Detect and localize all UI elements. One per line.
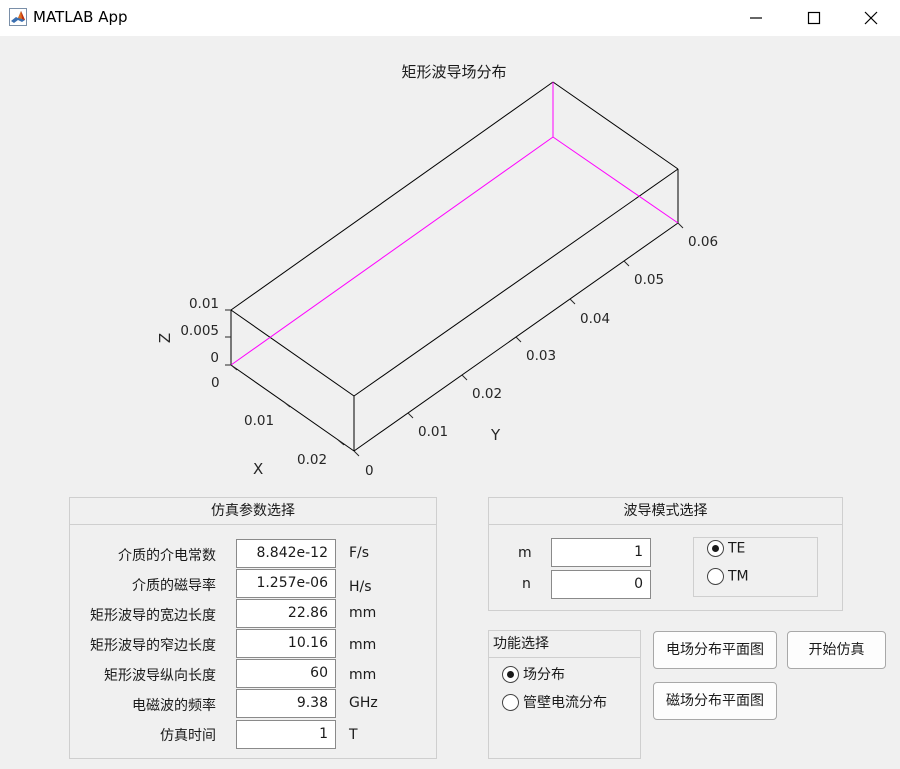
sim-time-field[interactable]: 1 (236, 720, 336, 749)
x-tick-label: 0 (211, 375, 220, 391)
field-distribution-radio[interactable]: 场分布 (502, 664, 565, 684)
param-unit: mm (349, 637, 377, 653)
y-tick-mark (461, 374, 468, 381)
radio-selected-icon (707, 540, 724, 557)
z-tick-label: 0.01 (189, 296, 219, 312)
field-line (552, 136, 679, 224)
close-icon (864, 11, 878, 25)
maximize-icon (807, 11, 821, 25)
param-unit: GHz (349, 695, 378, 711)
param-label: 矩形波导的窄边长度 (90, 638, 216, 654)
wall-current-radio[interactable]: 管壁电流分布 (502, 692, 607, 712)
y-tick-label: 0.03 (526, 348, 556, 364)
radio-unselected-icon (707, 568, 724, 585)
radio-unselected-icon (502, 693, 519, 711)
z-axis-label: Z (156, 333, 174, 343)
tm-label: TM (728, 568, 749, 585)
wall-current-label: 管壁电流分布 (523, 695, 607, 711)
y-tick-label: 0 (365, 463, 374, 479)
e-field-plane-button[interactable]: 电场分布平面图 (653, 631, 777, 669)
x-tick-mark (230, 364, 238, 371)
te-label: TE (728, 540, 746, 557)
x-tick-mark (337, 439, 345, 446)
mode-panel-title: 波导模式选择 (489, 498, 842, 525)
params-panel-title: 仿真参数选择 (70, 498, 436, 525)
param-unit: mm (349, 667, 377, 683)
param-unit: T (349, 727, 358, 743)
y-tick-mark (569, 298, 576, 305)
y-tick-mark (353, 450, 360, 457)
permittivity-field[interactable]: 8.842e-12 (236, 539, 336, 568)
y-tick-mark (677, 222, 684, 229)
y-tick-label: 0.06 (688, 234, 718, 250)
y-tick-mark (623, 260, 630, 267)
box-edge (230, 364, 355, 452)
param-label: 仿真时间 (160, 728, 216, 744)
tm-radio[interactable]: TM (707, 568, 749, 585)
radio-selected-icon (502, 665, 519, 683)
y-tick-label: 0.05 (634, 272, 664, 288)
title-bar: MATLAB App (0, 0, 900, 36)
param-label: 介质的介电常数 (118, 548, 216, 564)
m-label: m (518, 545, 532, 561)
box-edge (552, 81, 679, 170)
x-tick-mark (283, 401, 291, 408)
box-edge (230, 81, 554, 311)
z-tick-label: 0 (210, 350, 219, 366)
field-distribution-label: 场分布 (523, 667, 565, 683)
x-tick-label: 0.02 (297, 452, 327, 468)
box-edge (353, 168, 679, 397)
start-simulation-button[interactable]: 开始仿真 (787, 631, 886, 669)
box-edge (230, 309, 355, 397)
y-tick-label: 0.01 (418, 424, 448, 440)
n-label: n (522, 576, 531, 592)
wide-side-field[interactable]: 22.86 (236, 599, 336, 628)
length-field[interactable]: 60 (236, 659, 336, 688)
h-field-plane-button[interactable]: 磁场分布平面图 (653, 682, 777, 720)
minimize-icon (750, 17, 762, 19)
param-label: 矩形波导的宽边长度 (90, 608, 216, 624)
frequency-field[interactable]: 9.38 (236, 689, 336, 718)
y-tick-label: 0.02 (472, 386, 502, 402)
param-label: 介质的磁导率 (132, 578, 216, 594)
matlab-logo-icon (9, 8, 27, 26)
field-line (230, 136, 554, 366)
maximize-button[interactable] (785, 0, 843, 36)
param-label: 矩形波导纵向长度 (104, 668, 216, 684)
y-tick-mark (407, 412, 414, 419)
function-panel-title: 功能选择 (489, 631, 640, 658)
n-field[interactable]: 0 (551, 570, 651, 599)
param-label: 电磁波的频率 (132, 698, 216, 714)
window-title: MATLAB App (33, 8, 128, 26)
y-tick-mark (515, 336, 522, 343)
z-tick-label: 0.005 (180, 323, 219, 339)
minimize-button[interactable] (727, 0, 785, 36)
close-button[interactable] (842, 0, 900, 36)
x-tick-label: 0.01 (244, 413, 274, 429)
y-tick-label: 0.04 (580, 311, 610, 327)
y-axis-label: Y (490, 426, 501, 444)
param-unit: F/s (349, 545, 370, 561)
param-unit: H/s (349, 579, 372, 595)
te-radio[interactable]: TE (707, 540, 745, 557)
permeability-field[interactable]: 1.257e-06 (236, 569, 336, 598)
param-unit: mm (349, 605, 377, 621)
m-field[interactable]: 1 (551, 538, 651, 567)
x-axis-label: X (253, 460, 263, 478)
narrow-side-field[interactable]: 10.16 (236, 629, 336, 658)
waveguide-3d-plot[interactable]: 0 0.01 0.02 X 0 0.01 0.02 0.03 0.04 0.05… (0, 36, 900, 496)
